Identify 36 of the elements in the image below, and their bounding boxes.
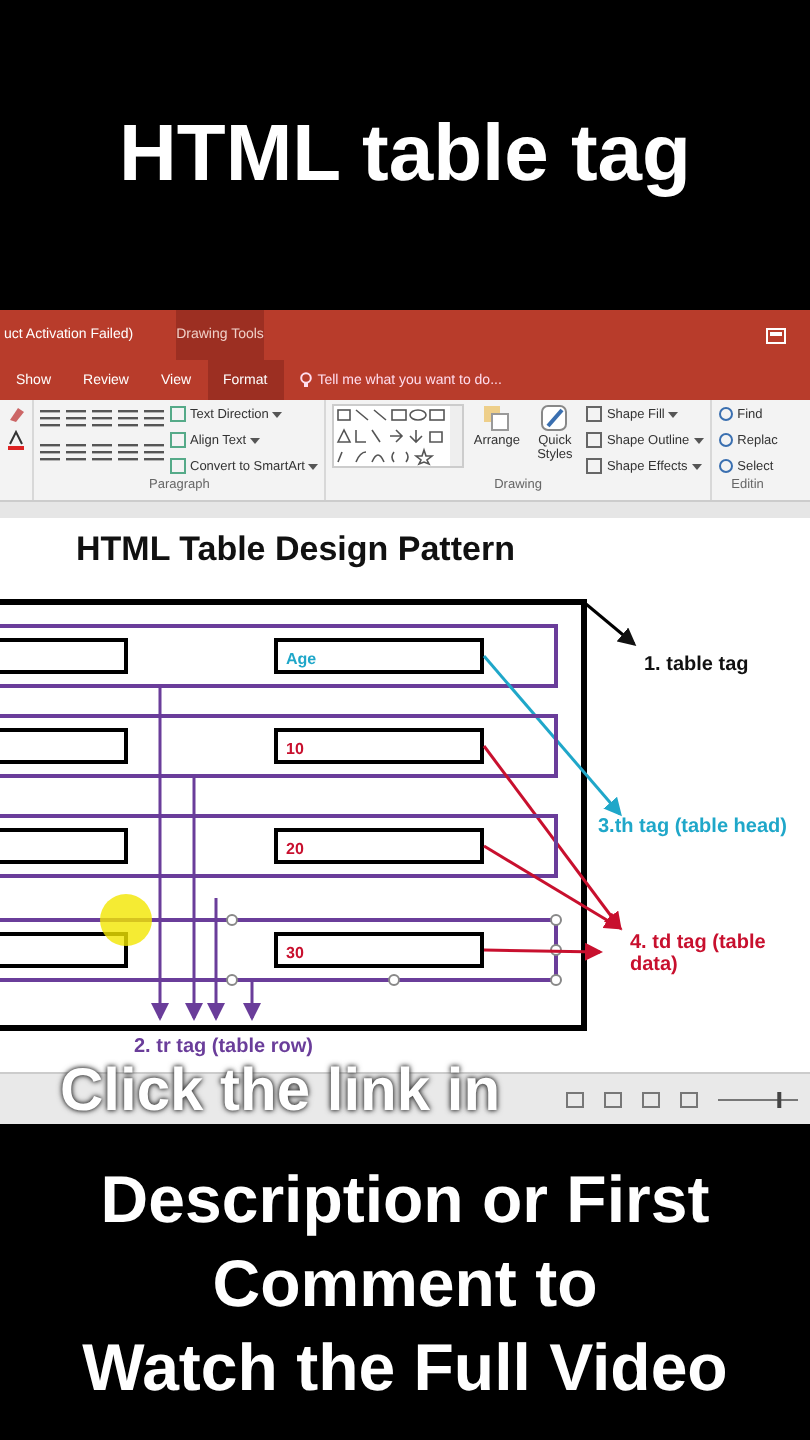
table-row-outline[interactable] — [0, 624, 558, 688]
lightbulb-icon — [299, 372, 312, 388]
arrow — [585, 602, 637, 646]
video-title: HTML table tag — [119, 110, 691, 200]
caption-line: Description or First — [100, 1160, 710, 1240]
font-color-icon[interactable] — [6, 430, 26, 450]
diagram-label: 1. table tag — [644, 654, 751, 676]
slider-thumb[interactable] — [777, 1091, 782, 1107]
table-cell: 20 — [274, 828, 484, 864]
selection-handles[interactable] — [226, 914, 562, 986]
cursor-highlight — [100, 894, 152, 946]
table-row-outline[interactable] — [0, 714, 558, 778]
diagram-label: 4. td tag (table data) — [630, 932, 768, 976]
caption-line: Comment to — [212, 1244, 598, 1324]
table-cell: Age — [274, 638, 484, 674]
caret-icon — [250, 437, 261, 443]
caret-icon — [308, 463, 319, 469]
ribbon-display-icon[interactable] — [766, 327, 786, 343]
caret-icon — [668, 411, 679, 417]
table-row-outline[interactable] — [0, 814, 558, 878]
arrow — [207, 898, 225, 1021]
zoom-slider[interactable] — [718, 1091, 798, 1107]
diagram-label: 3.th tag (table head) — [598, 816, 789, 838]
caption-line: Watch the Full Video — [82, 1328, 728, 1408]
caret-icon — [693, 437, 704, 443]
arrow — [243, 980, 261, 1021]
diagram-label: 2. tr tag (table row) — [134, 1036, 315, 1058]
table-cell: 30 — [274, 932, 484, 968]
table-cell: 10 — [274, 728, 484, 764]
slide-title: HTML Table Design Pattern — [76, 530, 515, 570]
caption-overlay: Click the link in — [60, 1058, 501, 1126]
caret-icon — [272, 411, 283, 417]
table-row-outline[interactable] — [0, 918, 558, 982]
arrow — [483, 942, 603, 961]
caret-icon — [691, 463, 702, 469]
shape-gallery-drawing[interactable] — [332, 404, 465, 468]
